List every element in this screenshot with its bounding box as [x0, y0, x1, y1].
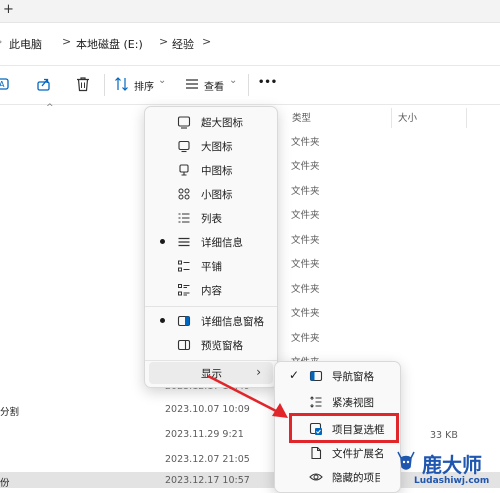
menu-item-small-icons[interactable]: 小图标	[149, 182, 273, 206]
column-header-size[interactable]: 大小	[398, 110, 417, 124]
content-icon	[178, 284, 190, 296]
column-divider[interactable]	[466, 108, 467, 128]
menu-item-large-icons[interactable]: 大图标	[149, 134, 273, 158]
navigation-pane-icon	[309, 370, 323, 382]
column-divider[interactable]	[391, 108, 392, 128]
toolbar-divider	[104, 74, 105, 96]
file-type-cell: 文件夹	[291, 210, 320, 221]
annotation-arrow	[207, 374, 288, 418]
eye-icon	[309, 473, 323, 481]
details-pane-icon	[177, 315, 191, 327]
menu-item-details-pane[interactable]: 详细信息窗格	[149, 309, 273, 333]
selected-bullet-icon	[160, 239, 165, 244]
menu-item-label: 大图标	[201, 141, 233, 153]
toolbar-divider	[248, 74, 249, 96]
deer-logo-icon	[397, 451, 415, 470]
rename-icon[interactable]: A	[0, 75, 12, 93]
file-type-cell: 文件夹	[291, 259, 320, 270]
menu-item-label: 隐藏的项目	[332, 472, 380, 484]
menu-item-content[interactable]: 内容	[149, 278, 273, 302]
list-icon	[178, 213, 190, 223]
menu-item-label: 内容	[201, 285, 222, 297]
file-type-cell: 文件夹	[291, 333, 320, 344]
breadcrumb-separator[interactable]: >	[62, 35, 71, 48]
breadcrumb-folder[interactable]: 经验	[172, 36, 194, 52]
menu-item-label: 导航窗格	[332, 371, 374, 383]
breadcrumb-separator[interactable]: >	[159, 35, 168, 48]
delete-icon[interactable]	[74, 75, 92, 93]
file-name-cell: 分割	[0, 407, 20, 418]
more-options-button[interactable]: •••	[258, 77, 277, 88]
chevron-down-icon: ⌄	[229, 75, 238, 86]
details-icon	[178, 237, 190, 247]
address-bar[interactable]: › 此电脑 > 本地磁盘 (E:) > 经验 >	[0, 23, 500, 66]
grid-icon	[178, 188, 190, 200]
breadcrumb-drive-e[interactable]: 本地磁盘 (E:)	[76, 36, 143, 52]
menu-item-preview-pane[interactable]: 预览窗格	[149, 333, 273, 357]
file-type-cell: 文件夹	[291, 161, 320, 172]
command-bar: A 排序 ⌄ 查看 ⌄ •••	[0, 66, 500, 105]
view-menu: 超大图标 大图标 中图标 小图标 列表 详细信息 平铺 内容 详细信息窗格 预览…	[144, 106, 278, 388]
file-type-cell: 文件夹	[291, 235, 320, 246]
menu-item-extra-large-icons[interactable]: 超大图标	[149, 110, 273, 134]
menu-item-label: 文件扩展名	[332, 448, 385, 460]
menu-item-medium-icons[interactable]: 中图标	[149, 158, 273, 182]
column-header-type[interactable]: 类型	[292, 110, 311, 124]
file-icon	[311, 446, 322, 460]
monitor-icon	[177, 116, 191, 129]
view-icon	[186, 79, 198, 89]
menu-separator	[145, 306, 277, 307]
monitor-icon	[178, 140, 190, 153]
preview-pane-icon	[177, 339, 191, 351]
forward-glyph: ›	[0, 35, 2, 48]
view-button[interactable]: 查看	[204, 78, 224, 93]
chevron-down-icon: ⌄	[158, 75, 167, 86]
menu-item-label: 紧凑视图	[332, 397, 374, 409]
menu-item-details[interactable]: 详细信息	[149, 230, 273, 254]
menu-item-label: 平铺	[201, 261, 222, 273]
selected-bullet-icon	[160, 318, 165, 323]
file-type-cell: 文件夹	[291, 137, 320, 148]
sort-button[interactable]: 排序	[134, 78, 154, 93]
file-type-cell: 文件夹	[291, 186, 320, 197]
menu-item-list[interactable]: 列表	[149, 206, 273, 230]
menu-item-label: 中图标	[201, 165, 233, 177]
breadcrumb-separator[interactable]: >	[202, 35, 211, 48]
menu-item-label: 详细信息窗格	[201, 316, 264, 328]
menu-separator	[145, 360, 277, 361]
menu-item-label: 小图标	[201, 189, 233, 201]
menu-item-file-extensions[interactable]: 文件扩展名	[279, 441, 396, 465]
file-date-cell: 2023.12.17 10:57	[165, 475, 250, 486]
menu-item-label: 预览窗格	[201, 340, 243, 352]
compact-view-icon	[310, 396, 322, 408]
menu-item-label: 超大图标	[201, 117, 243, 129]
share-icon[interactable]	[35, 75, 53, 93]
svg-text:A: A	[0, 80, 5, 89]
file-date-cell: 2023.12.07 21:05	[165, 454, 250, 465]
new-tab-button[interactable]: +	[3, 2, 14, 17]
menu-item-hidden-items[interactable]: 隐藏的项目	[279, 465, 396, 489]
monitor-stand-icon	[179, 164, 189, 176]
watermark-url: Ludashiwj.com	[414, 476, 490, 486]
tiles-icon	[178, 260, 190, 272]
table-row[interactable]: 2023.12.07 21:05	[0, 449, 280, 471]
watermark: 鹿大师 Ludashiwj.com	[392, 447, 500, 488]
sort-icon	[115, 77, 128, 91]
file-type-cell: 文件夹	[291, 284, 320, 295]
menu-item-label: 列表	[201, 213, 222, 225]
highlight-box	[289, 413, 399, 443]
sort-indicator-icon: ^	[46, 103, 54, 113]
breadcrumb-this-pc[interactable]: 此电脑	[9, 36, 42, 52]
file-type-cell: 文件夹	[291, 308, 320, 319]
file-date-cell: 2023.11.29 9:21	[165, 429, 244, 440]
menu-item-tiles[interactable]: 平铺	[149, 254, 273, 278]
title-bar: +	[0, 0, 500, 23]
watermark-name: 鹿大师	[422, 453, 482, 477]
file-name-cell: 份	[0, 478, 10, 489]
menu-item-label: 详细信息	[201, 237, 243, 249]
file-size-cell: 33 KB	[430, 430, 458, 441]
